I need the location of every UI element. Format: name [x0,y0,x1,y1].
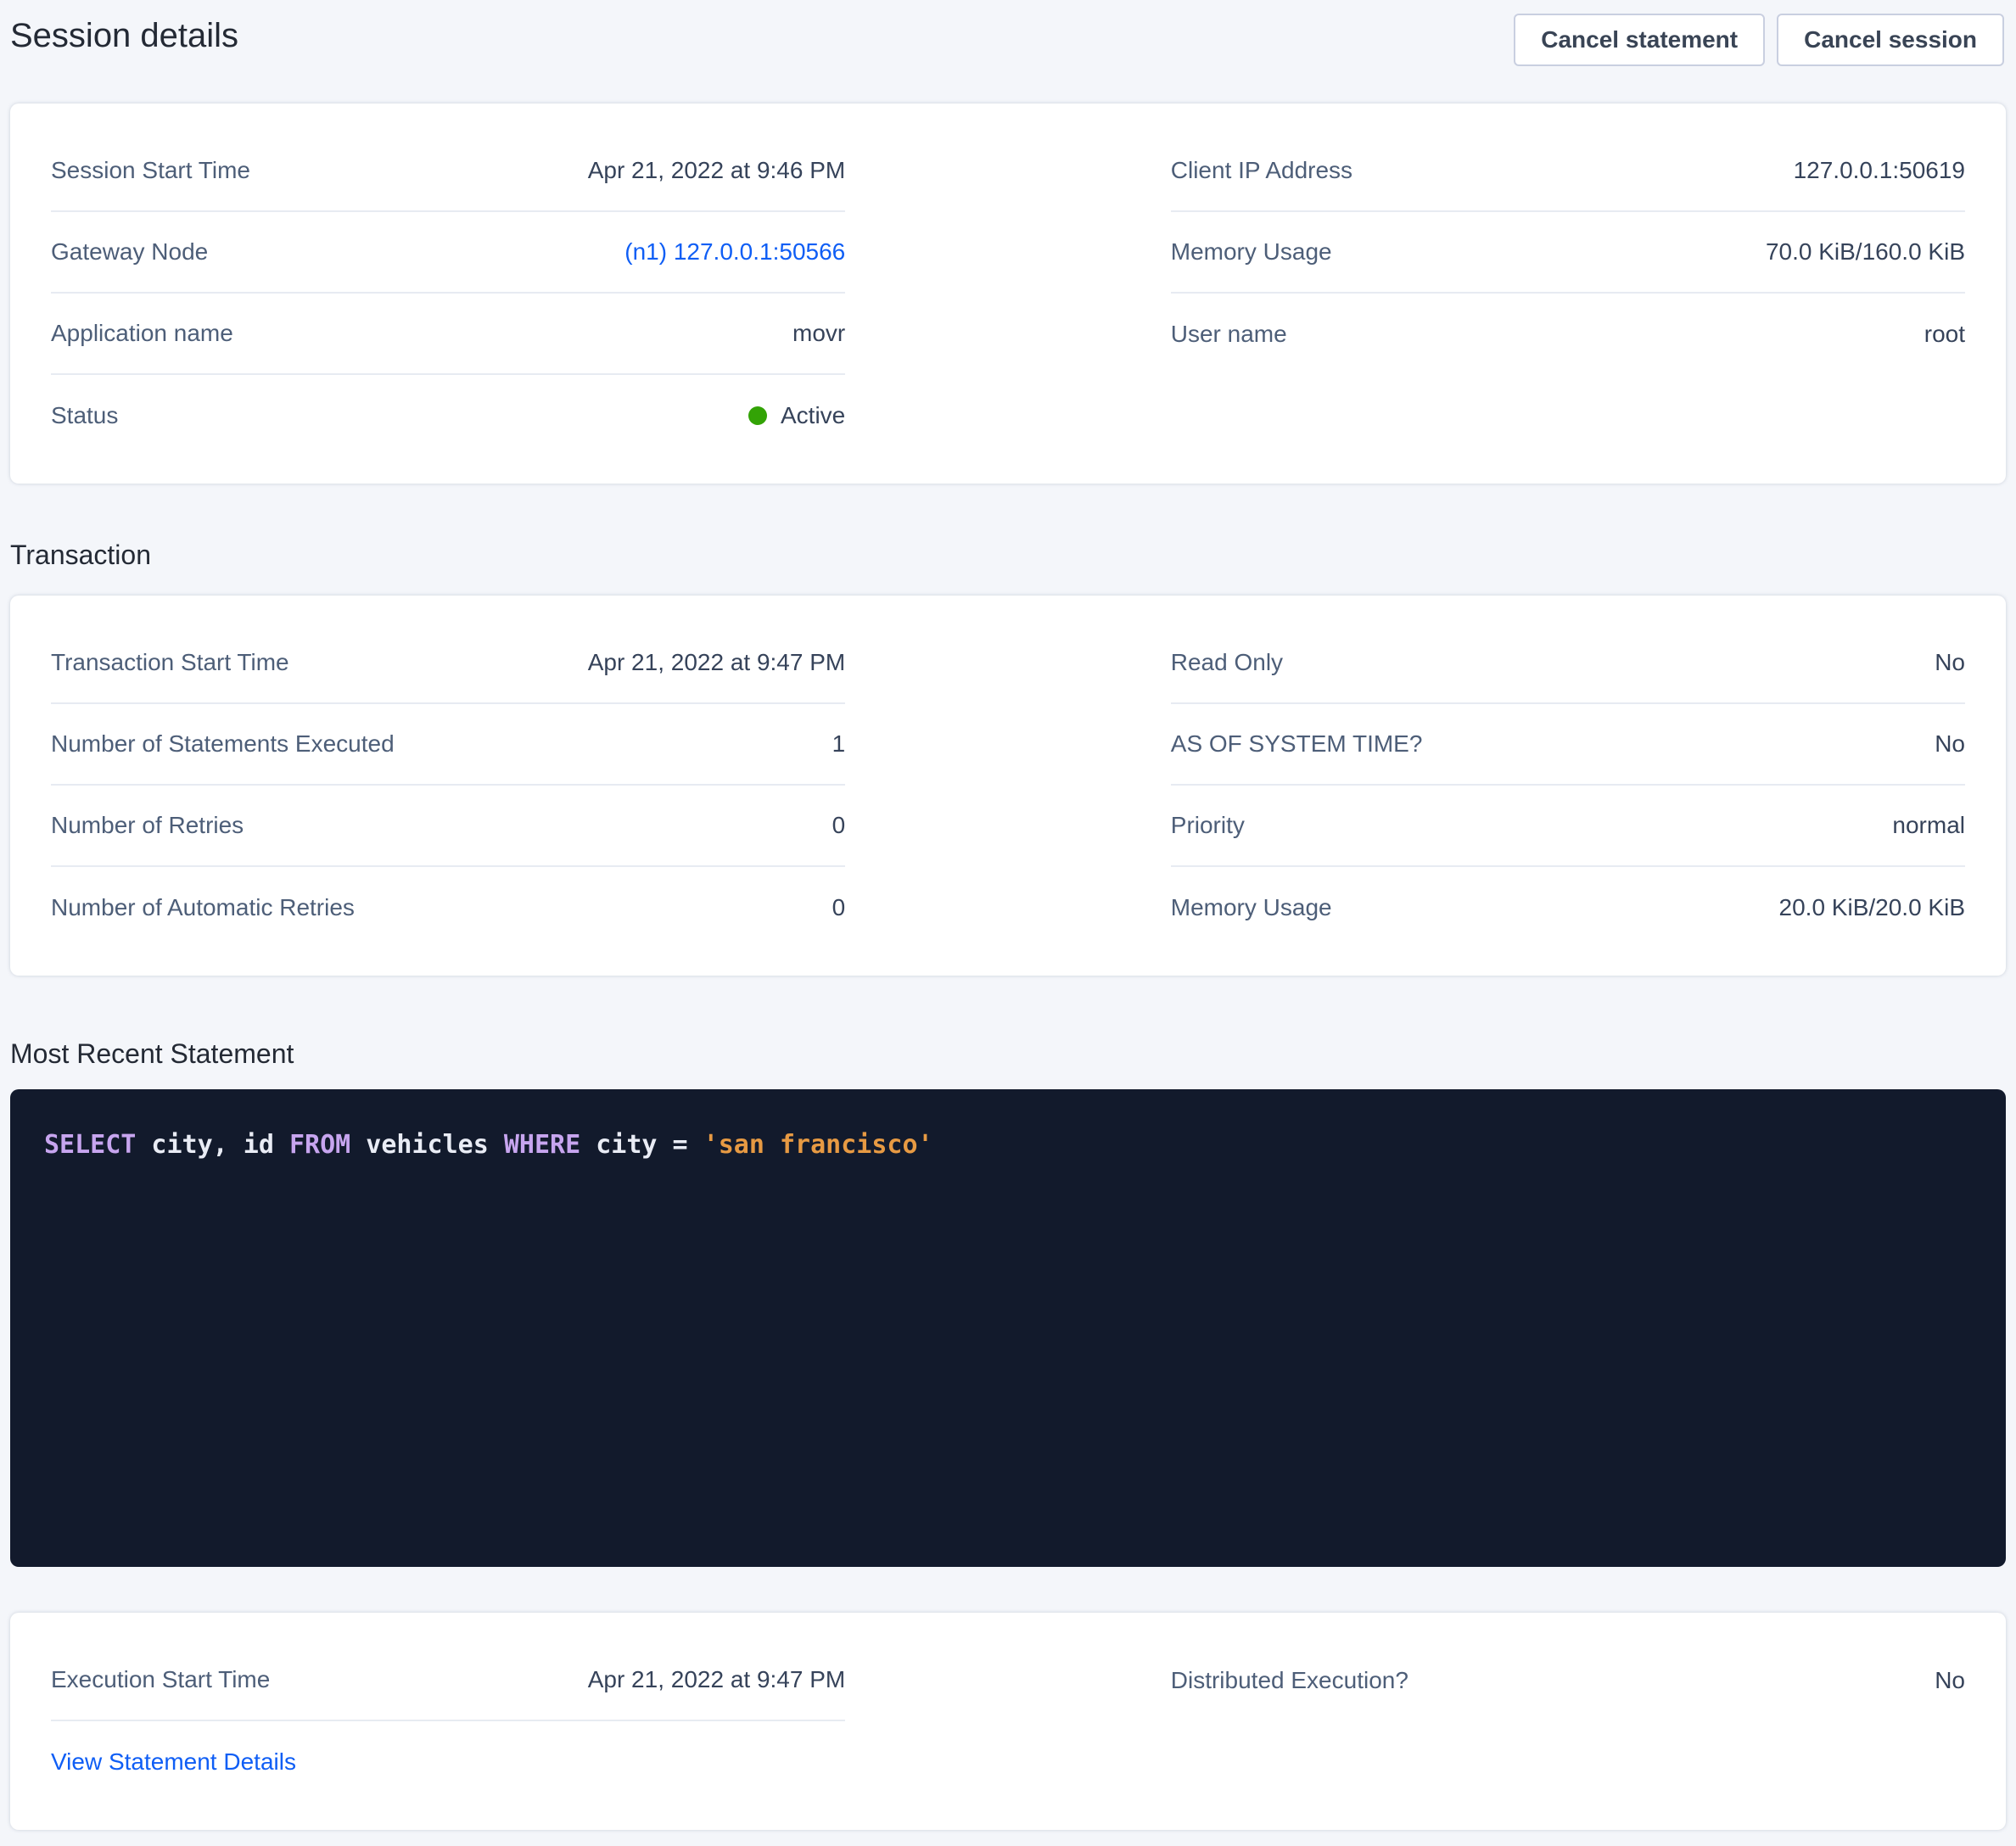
transaction-heading: Transaction [0,538,2016,572]
read-only-value: No [1935,649,1965,676]
sql-statement: SELECT city, id FROM vehicles WHERE city… [44,1127,1972,1164]
session-start-time-label: Session Start Time [51,157,250,184]
automatic-retries-label: Number of Automatic Retries [51,894,355,921]
statements-executed-value: 1 [832,730,846,758]
execution-start-time-label: Execution Start Time [51,1666,270,1693]
automatic-retries-value: 0 [832,894,846,921]
row-status: Status Active [51,375,845,456]
number-of-retries-value: 0 [832,812,846,839]
row-execution-start-time: Execution Start Time Apr 21, 2022 at 9:4… [51,1640,845,1721]
distributed-execution-label: Distributed Execution? [1171,1667,1408,1694]
cancel-statement-button[interactable]: Cancel statement [1514,14,1765,66]
row-as-of-system-time: AS OF SYSTEM TIME? No [1171,704,1965,786]
row-gateway-node: Gateway Node (n1) 127.0.0.1:50566 [51,212,845,294]
statements-executed-label: Number of Statements Executed [51,730,395,758]
sql-text: vehicles [350,1130,504,1160]
cancel-session-button[interactable]: Cancel session [1777,14,2004,66]
as-of-system-time-value: No [1935,730,1965,758]
sql-statement-box: SELECT city, id FROM vehicles WHERE city… [10,1089,2006,1567]
transaction-card-left-column: Transaction Start Time Apr 21, 2022 at 9… [51,623,845,948]
row-view-statement-details: View Statement Details [51,1721,845,1803]
row-priority: Priority normal [1171,786,1965,867]
transaction-start-time-value: Apr 21, 2022 at 9:47 PM [588,649,846,676]
view-statement-details-link[interactable]: View Statement Details [51,1748,296,1776]
transaction-memory-usage-value: 20.0 KiB/20.0 KiB [1779,894,1965,921]
session-card-right-column: Client IP Address 127.0.0.1:50619 Memory… [1171,131,1965,456]
sql-text: city, id [136,1130,289,1160]
row-automatic-retries: Number of Automatic Retries 0 [51,867,845,948]
row-transaction-memory-usage: Memory Usage 20.0 KiB/20.0 KiB [1171,867,1965,948]
status-badge: Active [748,402,845,429]
row-number-of-retries: Number of Retries 0 [51,786,845,867]
execution-card: Execution Start Time Apr 21, 2022 at 9:4… [10,1613,2006,1830]
sql-keyword-where: WHERE [504,1130,580,1160]
execution-card-right-column: Distributed Execution? No [1171,1640,1965,1803]
row-application-name: Application name movr [51,294,845,375]
application-name-value: movr [792,320,845,347]
client-ip-label: Client IP Address [1171,157,1352,184]
row-distributed-execution: Distributed Execution? No [1171,1640,1965,1721]
most-recent-statement-heading: Most Recent Statement [0,1037,2016,1071]
sql-text: city = [580,1130,703,1160]
user-name-value: root [1924,321,1965,348]
page-header: Session details Cancel statement Cancel … [0,0,2016,66]
row-transaction-start-time: Transaction Start Time Apr 21, 2022 at 9… [51,623,845,704]
execution-card-left-column: Execution Start Time Apr 21, 2022 at 9:4… [51,1640,845,1803]
priority-label: Priority [1171,812,1245,839]
execution-start-time-value: Apr 21, 2022 at 9:47 PM [588,1666,846,1693]
as-of-system-time-label: AS OF SYSTEM TIME? [1171,730,1423,758]
row-statements-executed: Number of Statements Executed 1 [51,704,845,786]
read-only-label: Read Only [1171,649,1283,676]
session-card-left-column: Session Start Time Apr 21, 2022 at 9:46 … [51,131,845,456]
distributed-execution-value: No [1935,1667,1965,1694]
session-start-time-value: Apr 21, 2022 at 9:46 PM [588,157,846,184]
session-details-page: Session details Cancel statement Cancel … [0,0,2016,1843]
user-name-label: User name [1171,321,1287,348]
session-memory-usage-label: Memory Usage [1171,238,1332,266]
sql-keyword-select: SELECT [44,1130,136,1160]
status-text: Active [781,402,845,429]
gateway-node-label: Gateway Node [51,238,208,266]
application-name-label: Application name [51,320,233,347]
sql-keyword-from: FROM [289,1130,350,1160]
status-label: Status [51,402,118,429]
row-read-only: Read Only No [1171,623,1965,704]
row-client-ip-address: Client IP Address 127.0.0.1:50619 [1171,131,1965,212]
number-of-retries-label: Number of Retries [51,812,244,839]
sql-string-literal: 'san francisco' [703,1130,933,1160]
transaction-start-time-label: Transaction Start Time [51,649,289,676]
status-active-dot-icon [748,406,767,425]
row-user-name: User name root [1171,294,1965,375]
page-title: Session details [10,12,238,59]
transaction-card-right-column: Read Only No AS OF SYSTEM TIME? No Prior… [1171,623,1965,948]
transaction-memory-usage-label: Memory Usage [1171,894,1332,921]
row-session-start-time: Session Start Time Apr 21, 2022 at 9:46 … [51,131,845,212]
transaction-card: Transaction Start Time Apr 21, 2022 at 9… [10,596,2006,976]
gateway-node-link[interactable]: (n1) 127.0.0.1:50566 [624,238,845,266]
session-memory-usage-value: 70.0 KiB/160.0 KiB [1766,238,1965,266]
session-summary-card: Session Start Time Apr 21, 2022 at 9:46 … [10,103,2006,484]
client-ip-value: 127.0.0.1:50619 [1794,157,1965,184]
row-session-memory-usage: Memory Usage 70.0 KiB/160.0 KiB [1171,212,1965,294]
priority-value: normal [1892,812,1965,839]
header-actions: Cancel statement Cancel session [1514,12,2004,66]
